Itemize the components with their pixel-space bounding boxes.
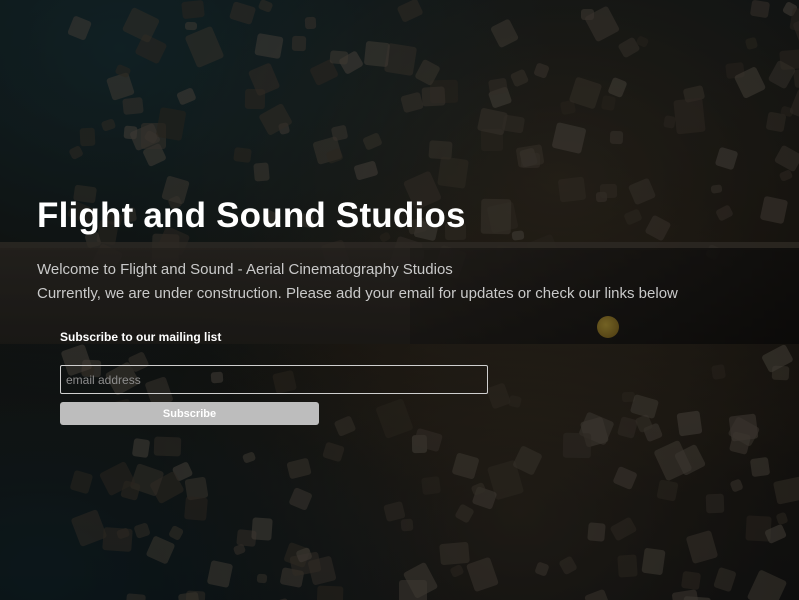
page-title: Flight and Sound Studios bbox=[37, 196, 466, 235]
hero-content: Flight and Sound Studios Welcome to Flig… bbox=[37, 0, 777, 600]
mailing-list-form: Subscribe to our mailing list Subscribe bbox=[60, 330, 500, 425]
welcome-text: Welcome to Flight and Sound - Aerial Cin… bbox=[37, 261, 453, 278]
subscribe-button[interactable]: Subscribe bbox=[60, 402, 319, 425]
page: Flight and Sound Studios Welcome to Flig… bbox=[0, 0, 799, 600]
email-input[interactable] bbox=[60, 365, 488, 394]
mailing-list-heading: Subscribe to our mailing list bbox=[60, 330, 222, 344]
construction-text: Currently, we are under construction. Pl… bbox=[37, 285, 678, 302]
